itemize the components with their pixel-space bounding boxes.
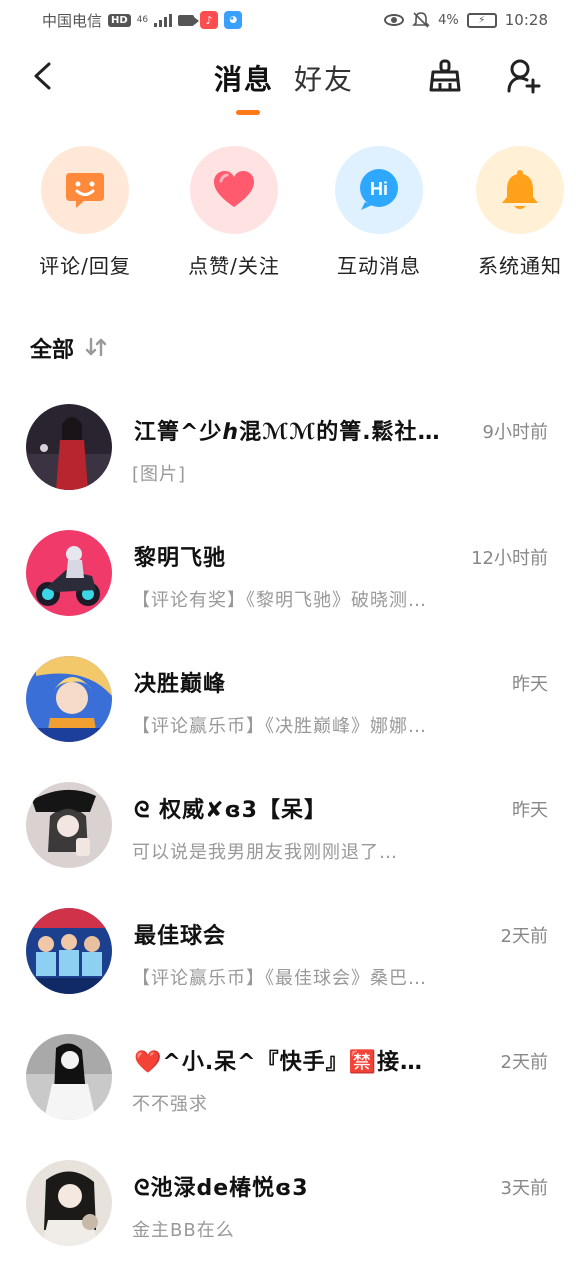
filter-all-dropdown[interactable]: 全部 [30,332,108,364]
conversation-time: 昨天 [512,674,548,695]
clear-unread-button[interactable] [425,56,465,96]
avatar-image [26,530,112,616]
conversation-preview: 金主BB在么 [132,1220,235,1241]
interaction-icon-circle: Hi [335,146,423,234]
avatar[interactable] [26,782,112,868]
message-list: 江箐^少ℎ混ℳℳ的箐.鬆社🌼 9小时前 [图片] 黎明飞驰 12小时前 【评论有… [0,390,576,1272]
status-bar: 中国电信 HD 46 ♪ ◕ 4% ⚡ 10:28 [0,0,576,40]
conversation-preview: 【评论赢乐币】《决胜巅峰》娜娜… [132,716,427,737]
hi-bubble-icon: Hi [360,169,398,210]
conversation-name: 决胜巅峰 [134,672,227,697]
heart-icon [214,171,254,207]
avatar-image [26,1160,112,1246]
conversation-name: ᘓ池渌de椿悦ɞ3 [134,1176,309,1201]
eye-icon [384,14,405,26]
conversation-row[interactable]: 黎明飞驰 12小时前 【评论有奖】《黎明飞驰》破晓测… [0,516,576,642]
likes-follows-label: 点赞/关注 [188,254,280,278]
conversation-row[interactable]: 江箐^少ℎ混ℳℳ的箐.鬆社🌼 9小时前 [图片] [0,390,576,516]
avatar-image [26,1034,112,1120]
system-notifications-label: 系统通知 [478,254,562,278]
tab-friends[interactable]: 好友 [294,58,354,98]
add-user-icon [507,59,541,94]
add-friend-button[interactable] [504,56,544,96]
sort-icon [86,337,107,357]
battery-percent: 4% [438,12,459,28]
conversation-time: 12小时前 [471,548,548,569]
back-arrow-icon [34,62,51,90]
avatar-image [26,908,112,994]
conversation-name: ❤️^小.呆^『快手』🈲接… [134,1050,424,1075]
conversation-row[interactable]: ❤️^小.呆^『快手』🈲接… 2天前 不不强求 [0,1020,576,1146]
avatar[interactable] [26,908,112,994]
app-notification-icon-2: ◕ [224,11,243,29]
avatar[interactable] [26,656,112,742]
conversation-row[interactable]: ᘓ池渌de椿悦ɞ3 3天前 金主BB在么 [0,1146,576,1272]
system-notifications-entry[interactable]: 系统通知 [445,146,576,279]
status-right: 4% ⚡ 10:28 [384,11,548,29]
section-title: 全部 [30,338,75,363]
conversation-time: 昨天 [512,800,548,821]
broom-icon [429,59,461,92]
system-icon-circle [476,146,564,234]
conversation-time: 2天前 [500,926,548,947]
conversation-time: 9小时前 [482,422,548,443]
conversation-preview: [图片] [132,464,187,485]
battery-icon: ⚡ [466,12,497,28]
clock: 10:28 [504,11,548,29]
comment-smile-icon [66,173,104,208]
conversation-time: 3天前 [500,1178,548,1199]
conversation-name: ᘓ 权威✘ɞ3【呆】 [134,798,327,823]
tab-bar: 消息 好友 [214,58,354,98]
conversation-row[interactable]: 最佳球会 2天前 【评论赢乐币】《最佳球会》桑巴… [0,894,576,1020]
avatar[interactable] [26,404,112,490]
active-tab-indicator [236,110,260,115]
conversation-time: 2天前 [500,1052,548,1073]
conversation-name: 黎明飞驰 [134,546,227,571]
back-button[interactable] [22,56,62,96]
conversation-preview: 不不强求 [132,1094,208,1115]
conversation-row[interactable]: ᘓ 权威✘ɞ3【呆】 昨天 可以说是我男朋友我刚刚退了… [0,768,576,894]
comments-replies-entry[interactable]: 评论/回复 [10,146,160,279]
comments-replies-label: 评论/回复 [39,254,131,278]
conversation-preview: 【评论有奖】《黎明飞驰》破晓测… [132,590,427,611]
avatar-image [26,404,112,490]
status-left: 中国电信 HD 46 ♪ ◕ [42,10,243,31]
conversation-row[interactable]: 决胜巅峰 昨天 【评论赢乐币】《决胜巅峰》娜娜… [0,642,576,768]
signal-icon [154,13,173,27]
bell-icon [502,170,538,209]
likes-follows-entry[interactable]: 点赞/关注 [159,146,309,279]
svg-text:Hi: Hi [370,179,388,199]
conversation-preview: 【评论赢乐币】《最佳球会》桑巴… [132,968,427,989]
conversation-name: 江箐^少ℎ混ℳℳ的箐.鬆社🌼 [134,420,444,445]
avatar-image [26,782,112,868]
tab-messages[interactable]: 消息 [214,58,274,98]
avatar-image [26,656,112,742]
interaction-messages-label: 互动消息 [337,254,421,278]
network-type: 46 [136,14,149,25]
carrier-label: 中国电信 [42,11,103,30]
likes-icon-circle [190,146,278,234]
conversation-name: 最佳球会 [134,924,227,949]
avatar[interactable] [26,1034,112,1120]
interaction-messages-entry[interactable]: Hi 互动消息 [304,146,454,279]
app-notification-icon: ♪ [200,11,219,29]
avatar[interactable] [26,1160,112,1246]
comments-icon-circle [41,146,129,234]
conversation-preview: 可以说是我男朋友我刚刚退了… [132,842,398,863]
hd-badge: HD [108,13,131,27]
avatar[interactable] [26,530,112,616]
mute-bell-icon [412,12,431,28]
video-icon [178,14,200,26]
header: 消息 好友 [0,40,576,120]
quick-actions: 评论/回复 点赞/关注 Hi 互动消息 系统通知 [0,146,576,286]
